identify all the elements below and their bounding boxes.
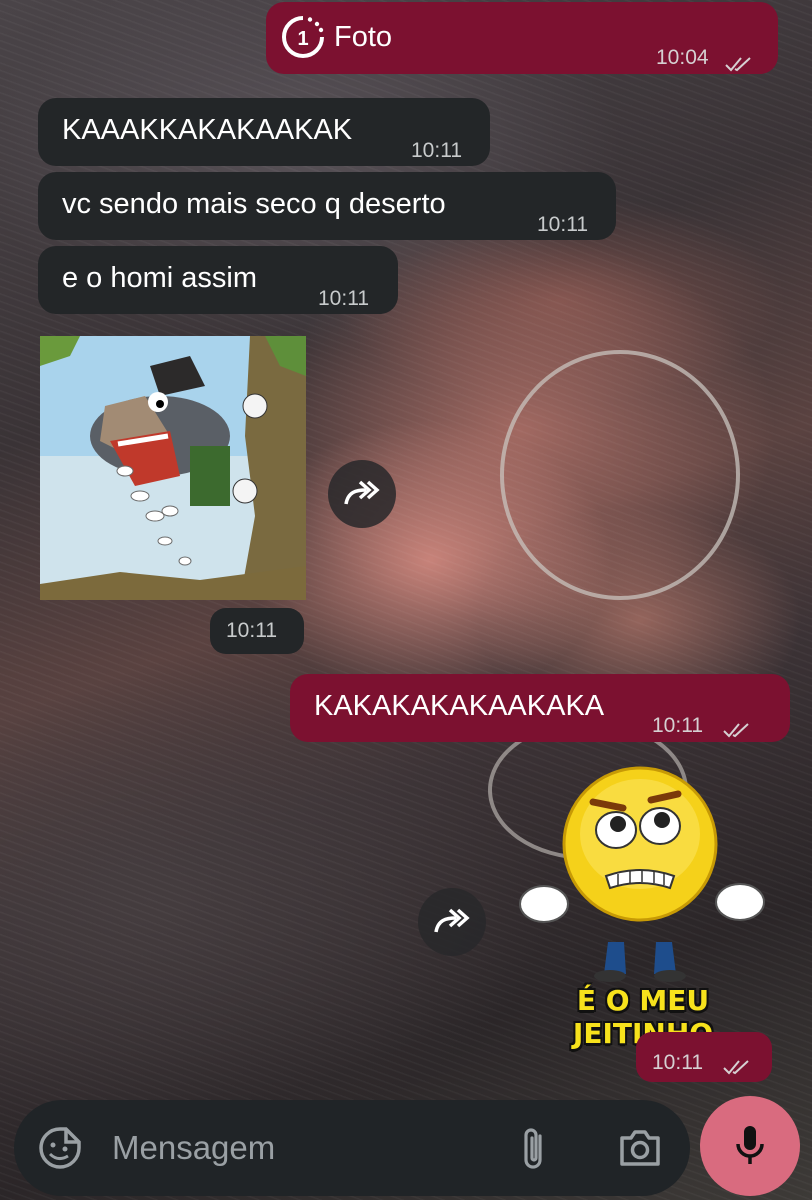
forward-button[interactable]: [418, 888, 486, 956]
outgoing-message[interactable]: KAKAKAKAKAAKAKA 10:11: [290, 674, 790, 742]
message-input[interactable]: Mensagem: [112, 1129, 275, 1167]
message-time: 10:11: [318, 287, 369, 310]
paperclip-icon[interactable]: [518, 1126, 552, 1177]
incoming-message[interactable]: e o homi assim 10:11: [38, 246, 398, 314]
double-check-icon: [722, 712, 752, 748]
shrug-emoji-illustration: [519, 766, 765, 982]
message-time: 10:11: [537, 213, 588, 236]
incoming-message[interactable]: vc sendo mais seco q deserto 10:11: [38, 172, 616, 240]
message-text: KAKAKAKAKAAKAKA: [314, 690, 605, 722]
message-time: 10:11: [226, 619, 277, 642]
message-time: 10:04: [656, 46, 709, 69]
sticker-smile-icon[interactable]: [38, 1126, 82, 1175]
incoming-message[interactable]: KAAAKKAKAKAAKAK 10:11: [38, 98, 490, 166]
microphone-button[interactable]: [700, 1096, 800, 1196]
svg-text:1: 1: [297, 28, 308, 50]
photo-message-bubble[interactable]: 1 Foto 10:04: [266, 2, 778, 74]
message-time: 10:11: [652, 714, 703, 737]
forward-icon: [434, 908, 470, 933]
sticker-time-chip: 10:11: [210, 608, 304, 654]
photo-label: Foto: [334, 21, 393, 53]
incoming-sticker-image[interactable]: [40, 336, 306, 600]
message-text: KAAAKKAKAKAAKAK: [62, 114, 353, 146]
message-time: 10:11: [411, 139, 462, 162]
microphone-icon: [736, 1126, 764, 1164]
message-text: vc sendo mais seco q deserto: [62, 188, 446, 220]
message-composer[interactable]: Mensagem: [14, 1100, 690, 1196]
wallpaper-glasses-lens: [500, 350, 740, 600]
camera-icon[interactable]: [618, 1128, 662, 1173]
forward-icon: [344, 480, 380, 505]
message-text: e o homi assim: [62, 262, 258, 294]
double-check-icon: [722, 1049, 752, 1085]
double-check-icon: [724, 46, 754, 82]
view-once-icon: 1: [280, 14, 326, 69]
message-time: 10:11: [652, 1051, 703, 1074]
wolf-cartoon-illustration: [40, 336, 306, 600]
sticker-time-chip: 10:11: [636, 1032, 772, 1082]
forward-button[interactable]: [328, 460, 396, 528]
